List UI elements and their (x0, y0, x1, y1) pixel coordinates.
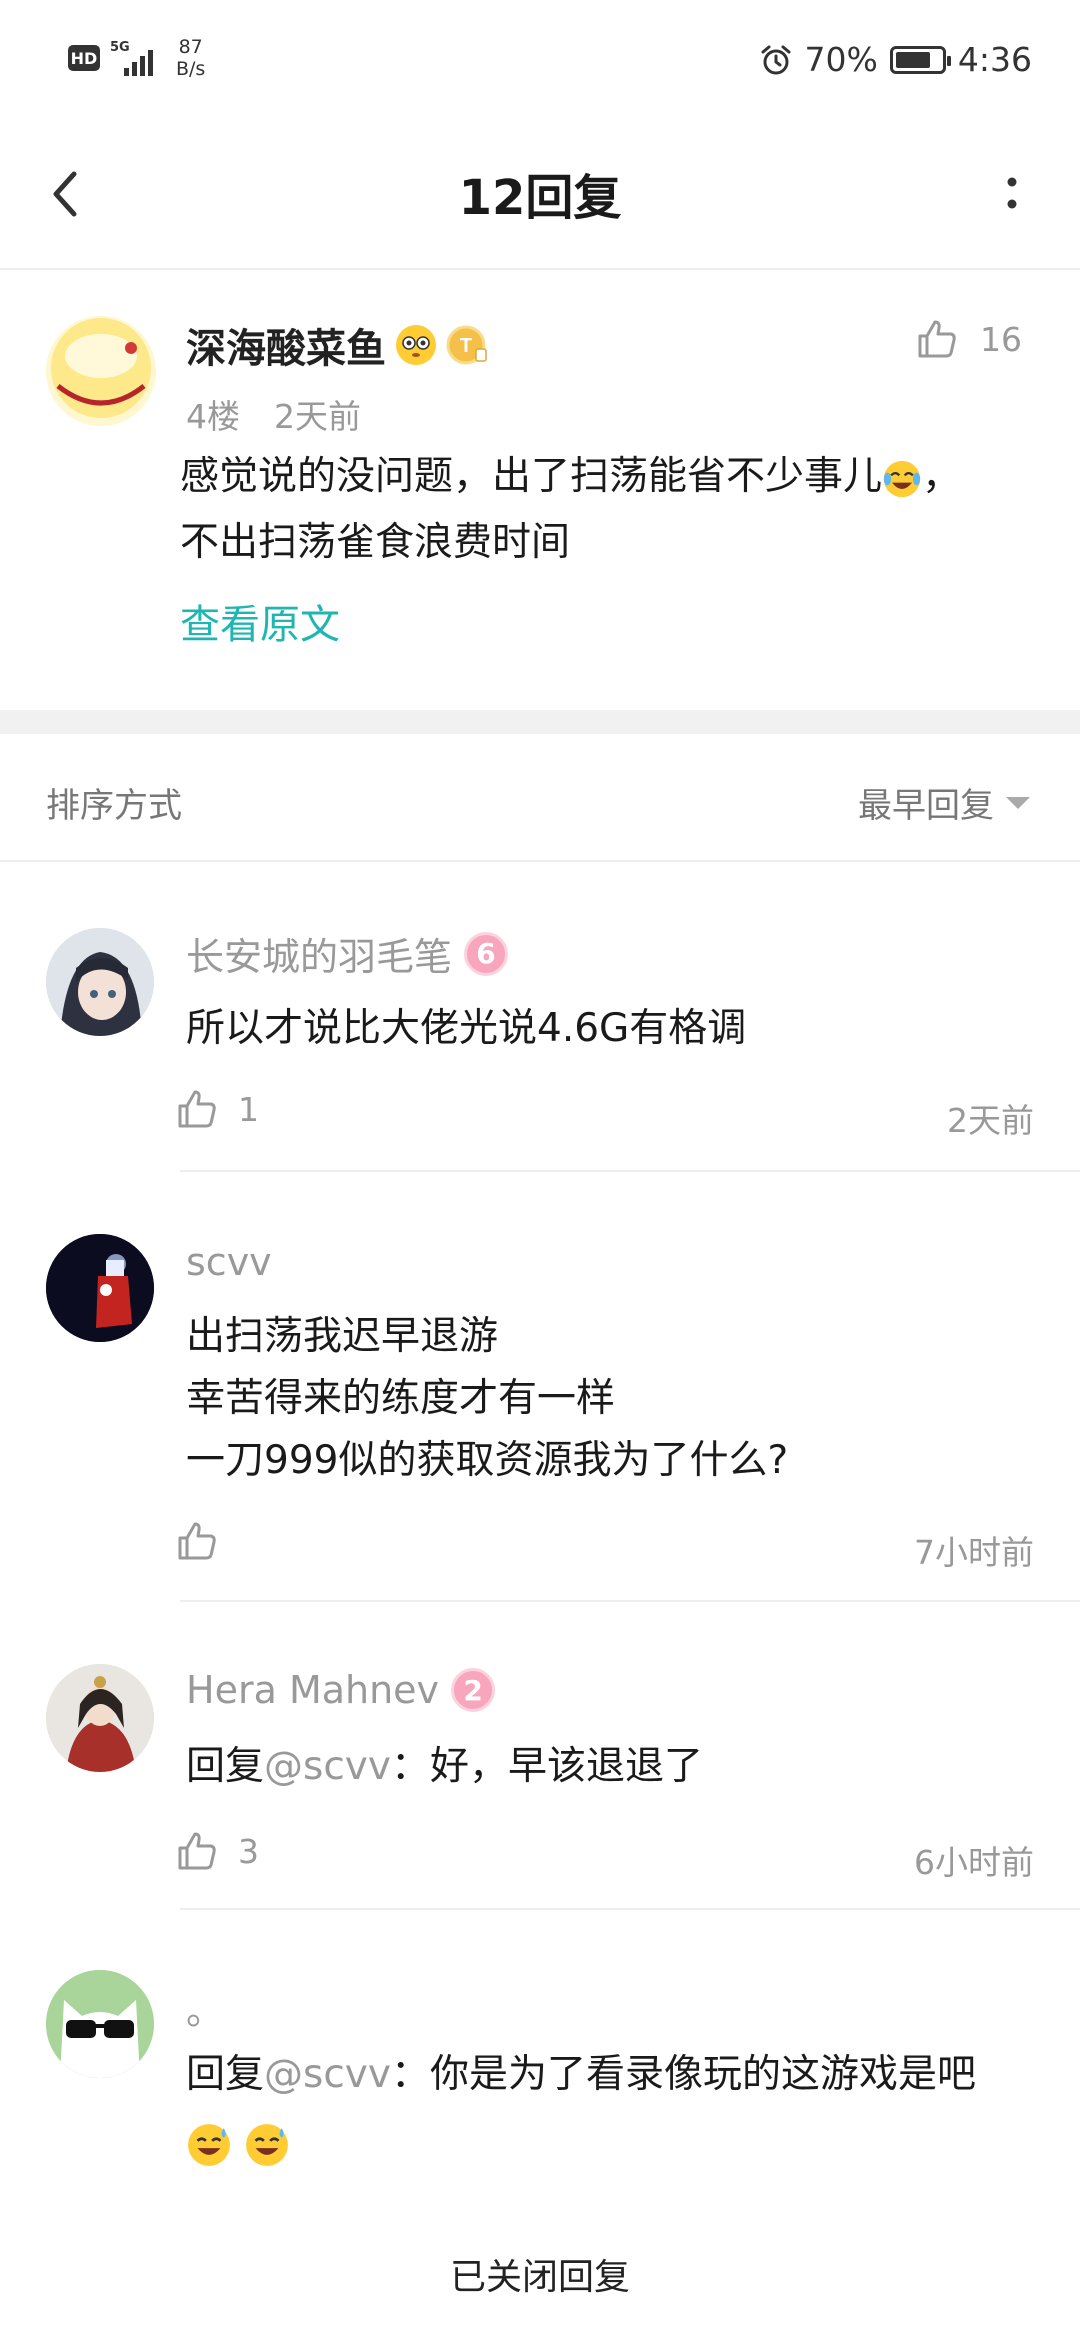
alarm-icon (761, 45, 791, 74)
back-arrow-icon[interactable] (40, 158, 92, 230)
laughing-tears-emoji-icon (883, 460, 921, 497)
main-post-like[interactable]: 16 (916, 318, 1022, 360)
main-post-text-line2: 不出扫荡雀食浪费时间 (180, 520, 571, 565)
thumbs-up-icon (918, 320, 956, 358)
reply-separator (180, 1600, 1080, 1602)
main-post-text: 感觉说的没问题，出了扫荡能省不少事儿 ， 不出扫荡雀食浪费时间 (180, 444, 1030, 576)
thumbs-up-icon (178, 1522, 216, 1560)
top-nav-bar: 12回复 (0, 120, 1080, 270)
level-badge: 2 (451, 1668, 496, 1712)
reply-author-row: 长安城的羽毛笔 6 (186, 926, 509, 981)
flushed-emoji-icon (396, 325, 436, 365)
speed-value: 87 (178, 36, 203, 58)
svg-text:T: T (460, 335, 472, 357)
signal-icon: 5G (110, 40, 162, 76)
level-medal-icon: T (446, 325, 487, 365)
main-post-username[interactable]: 深海酸菜鱼 (186, 316, 386, 374)
speed-unit: B/s (176, 58, 206, 80)
section-divider (0, 710, 1080, 734)
reply-avatar[interactable] (46, 1234, 154, 1342)
main-post-author-row: 深海酸菜鱼 T (186, 316, 490, 374)
reply-time: 7小时前 (914, 1533, 1034, 1572)
reply-text-line: 出扫荡我迟早退游 (186, 1314, 499, 1359)
main-post-avatar[interactable] (46, 316, 156, 426)
replies-closed-notice: 已关闭回复 (449, 2257, 630, 2298)
reply-text: 所以才说比大佬光说4.6G有格调 (186, 1006, 747, 1051)
thumbs-up-icon (178, 1090, 216, 1128)
clock: 4:36 (957, 40, 1032, 79)
sort-bar: 排序方式 最早回复 (0, 734, 1080, 862)
reply-username[interactable]: scvv (186, 1240, 272, 1284)
reply-like-count: 3 (238, 1831, 259, 1871)
network-speed: 87 B/s (176, 36, 205, 80)
floor-number: 4楼 (186, 397, 240, 436)
mention-link[interactable]: @scvv (264, 2052, 391, 2097)
reply-username[interactable]: Hera Mahnev (186, 1668, 439, 1712)
reply-avatar[interactable] (46, 928, 154, 1036)
reply-author-row: scvv (186, 1240, 272, 1284)
reply-author-row: Hera Mahnev 2 (186, 1668, 496, 1712)
reply-text-line: 幸苦得来的练度才有一样 (186, 1376, 616, 1421)
reply-text: 回复@scvv：你是为了看录像玩的这游戏是吧 (186, 2044, 1046, 2174)
level-badge: 6 (464, 931, 509, 976)
view-original-link[interactable]: 查看原文 (180, 592, 340, 650)
dropdown-triangle-icon (1006, 796, 1030, 809)
reply-prefix: 回复 (186, 1744, 265, 1789)
main-post-text-line1: 感觉说的没问题，出了扫荡能省不少事儿 (180, 454, 883, 499)
reply-username[interactable]: 长安城的羽毛笔 (186, 926, 452, 981)
reply-username[interactable]: 。 (186, 1980, 224, 2035)
reply-prefix: 回复 (186, 2052, 265, 2097)
battery-icon (889, 45, 951, 74)
main-post-text-comma: ， (922, 454, 962, 499)
reply-separator (180, 1908, 1080, 1910)
reply-like[interactable] (176, 1520, 238, 1562)
reply-time: 2天前 (947, 1101, 1034, 1140)
thumbs-up-icon (178, 1832, 216, 1870)
main-post-like-count: 16 (980, 319, 1022, 359)
reply-avatar[interactable] (46, 1664, 154, 1772)
reply-body: ：你是为了看录像玩的这游戏是吧 (390, 2052, 976, 2097)
sweat-smile-emoji-icon (188, 2123, 230, 2166)
reply-separator (180, 1170, 1080, 1172)
mention-link[interactable]: @scvv (264, 1744, 391, 1789)
sort-label: 排序方式 (46, 786, 182, 826)
reply-text-line: 一刀999似的获取资源我为了什么? (186, 1438, 789, 1483)
reply-time: 6小时前 (914, 1843, 1034, 1882)
reply-text: 出扫荡我迟早退游 幸苦得来的练度才有一样 一刀999似的获取资源我为了什么? (186, 1306, 1046, 1492)
reply-like-count: 1 (238, 1089, 259, 1129)
hd-icon: HD (68, 45, 100, 71)
reply-body: ：好，早该退退了 (390, 1744, 703, 1789)
status-left: HD 5G 87 B/s (68, 36, 205, 80)
reply-author-row: 。 (186, 1980, 224, 2035)
reply-text: 回复@scvv：好，早该退退了 (186, 1736, 1046, 1798)
status-right: 70% 4:36 (759, 40, 1032, 79)
battery-percent: 70% (804, 40, 878, 79)
reply-like[interactable]: 3 (176, 1830, 259, 1872)
main-post-time: 2天前 (274, 397, 361, 436)
main-post-meta: 4楼 2天前 (186, 390, 361, 438)
more-vertical-icon[interactable] (1000, 168, 1024, 224)
sort-selected-value: 最早回复 (858, 786, 994, 826)
sweat-smile-emoji-icon (246, 2123, 289, 2166)
reply-like[interactable]: 1 (176, 1088, 259, 1130)
page-title: 12回复 (458, 170, 622, 226)
status-bar: HD 5G 87 B/s 70% 4:36 (0, 0, 1080, 120)
sort-dropdown[interactable]: 最早回复 (858, 778, 1030, 827)
reply-avatar[interactable] (46, 1970, 154, 2078)
